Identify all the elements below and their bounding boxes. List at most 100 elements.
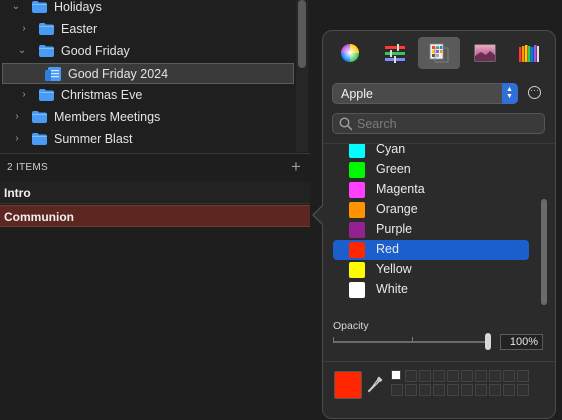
tree-item-label: Members Meetings xyxy=(54,110,161,124)
color-name: Orange xyxy=(376,202,418,216)
search-input[interactable] xyxy=(357,115,537,132)
color-sliders-icon xyxy=(385,44,405,63)
add-item-button[interactable]: + xyxy=(287,157,305,177)
custom-swatch[interactable] xyxy=(405,370,417,382)
opacity-field[interactable]: 100% xyxy=(500,334,543,350)
tree-item-summer-blast[interactable]: › Summer Blast xyxy=(0,128,296,150)
tab-color-wheel[interactable] xyxy=(329,37,371,69)
color-swatch xyxy=(349,222,365,238)
ellipsis-circle-icon[interactable]: ··· xyxy=(528,86,541,99)
tree-item-easter[interactable]: › Easter xyxy=(0,18,296,40)
color-row-green[interactable]: Green xyxy=(333,160,529,180)
color-swatch xyxy=(349,282,365,298)
tree-item-good-friday[interactable]: ⌄ Good Friday xyxy=(0,40,296,62)
tab-color-sliders[interactable] xyxy=(373,37,415,69)
tree-item-label: Good Friday 2024 xyxy=(68,67,169,81)
color-name: Purple xyxy=(376,222,413,236)
custom-swatch[interactable] xyxy=(405,384,417,396)
custom-swatch[interactable] xyxy=(461,384,473,396)
custom-swatch[interactable] xyxy=(489,384,501,396)
custom-swatch[interactable] xyxy=(489,370,501,382)
color-swatch xyxy=(349,242,365,258)
item-row-communion[interactable]: Communion xyxy=(0,205,310,227)
chevron-right-icon[interactable]: › xyxy=(11,106,23,128)
tree-item-members-meetings[interactable]: › Members Meetings xyxy=(0,106,296,128)
color-list-scrollbar[interactable] xyxy=(541,199,547,305)
tree-item-label: Good Friday xyxy=(61,44,130,58)
item-row-intro[interactable]: Intro xyxy=(0,182,310,204)
color-swatch xyxy=(349,262,365,278)
custom-swatch[interactable] xyxy=(433,384,445,396)
color-swatch xyxy=(349,202,365,218)
color-name: Cyan xyxy=(376,143,406,156)
tab-image-palettes[interactable] xyxy=(463,37,505,69)
color-row-magenta[interactable]: Magenta xyxy=(333,180,529,200)
opacity-slider-tick xyxy=(333,337,334,342)
color-picker-panel: Apple ▲▼ ··· Cyan Green Magenta Orange xyxy=(322,30,556,419)
color-swatch xyxy=(349,162,365,178)
color-name: White xyxy=(376,282,408,296)
color-row-red[interactable]: Red xyxy=(333,240,529,260)
color-wheel-icon xyxy=(341,44,359,62)
color-name: Magenta xyxy=(376,182,425,196)
library-tree: ⌄ Holidays › Easter ⌄ Good Friday Good F… xyxy=(0,0,310,152)
divider xyxy=(323,361,555,362)
color-row-orange[interactable]: Orange xyxy=(333,200,529,220)
opacity-slider-thumb[interactable] xyxy=(485,333,491,350)
folder-icon xyxy=(39,89,54,101)
current-color-well[interactable] xyxy=(334,371,362,399)
opacity-slider-tick xyxy=(412,337,413,342)
item-label: Intro xyxy=(4,186,31,200)
chevron-right-icon[interactable]: › xyxy=(18,84,30,106)
custom-swatch[interactable] xyxy=(503,370,515,382)
color-list: Cyan Green Magenta Orange Purple Red Yel… xyxy=(323,143,555,302)
custom-swatch[interactable] xyxy=(391,384,403,396)
chevron-down-icon[interactable]: ⌄ xyxy=(16,40,28,62)
tree-scrollbar[interactable] xyxy=(298,0,306,68)
tree-item-good-friday-2024[interactable]: Good Friday 2024 xyxy=(2,63,294,84)
custom-swatch[interactable] xyxy=(391,370,401,380)
plus-icon: + xyxy=(291,157,301,176)
custom-swatch[interactable] xyxy=(517,370,529,382)
eyedropper-icon[interactable] xyxy=(368,375,384,393)
pencils-icon xyxy=(519,45,539,62)
color-row-white[interactable]: White xyxy=(333,280,529,300)
custom-swatch[interactable] xyxy=(419,384,431,396)
custom-swatch[interactable] xyxy=(503,384,515,396)
tree-item-label: Summer Blast xyxy=(54,132,133,146)
chevron-up-down-icon: ▲ ▼ xyxy=(502,83,518,104)
chevron-right-icon[interactable]: › xyxy=(11,128,23,150)
tab-color-palettes[interactable] xyxy=(418,37,460,69)
folder-icon xyxy=(39,23,54,35)
palette-select[interactable]: Apple ▲ ▼ xyxy=(332,83,518,104)
opacity-label: Opacity xyxy=(333,320,369,332)
color-palettes-icon xyxy=(429,43,449,63)
custom-swatch[interactable] xyxy=(517,384,529,396)
custom-swatch[interactable] xyxy=(433,370,445,382)
folder-icon xyxy=(39,45,54,57)
color-row-purple[interactable]: Purple xyxy=(333,220,529,240)
color-swatch xyxy=(349,182,365,198)
tree-item-label: Christmas Eve xyxy=(61,88,143,102)
custom-swatch[interactable] xyxy=(475,384,487,396)
items-count: 2 ITEMS xyxy=(7,162,48,173)
items-header: 2 ITEMS + xyxy=(0,153,310,182)
custom-swatch[interactable] xyxy=(475,370,487,382)
color-row-cyan[interactable]: Cyan xyxy=(333,143,529,160)
custom-swatch[interactable] xyxy=(461,370,473,382)
color-name: Red xyxy=(376,242,399,256)
color-row-yellow[interactable]: Yellow xyxy=(333,260,529,280)
chevron-down-icon[interactable]: ⌄ xyxy=(10,0,22,18)
custom-swatch[interactable] xyxy=(447,370,459,382)
playlist-document-icon xyxy=(45,67,61,81)
tree-item-holidays[interactable]: ⌄ Holidays xyxy=(0,0,296,18)
folder-icon xyxy=(32,1,47,13)
tab-pencils[interactable] xyxy=(507,37,549,69)
tree-item-label: Holidays xyxy=(54,0,102,14)
search-icon xyxy=(339,117,353,131)
chevron-right-icon[interactable]: › xyxy=(18,18,30,40)
tree-item-christmas-eve[interactable]: › Christmas Eve xyxy=(0,84,296,106)
item-label: Communion xyxy=(4,210,74,224)
custom-swatch[interactable] xyxy=(447,384,459,396)
custom-swatch[interactable] xyxy=(419,370,431,382)
